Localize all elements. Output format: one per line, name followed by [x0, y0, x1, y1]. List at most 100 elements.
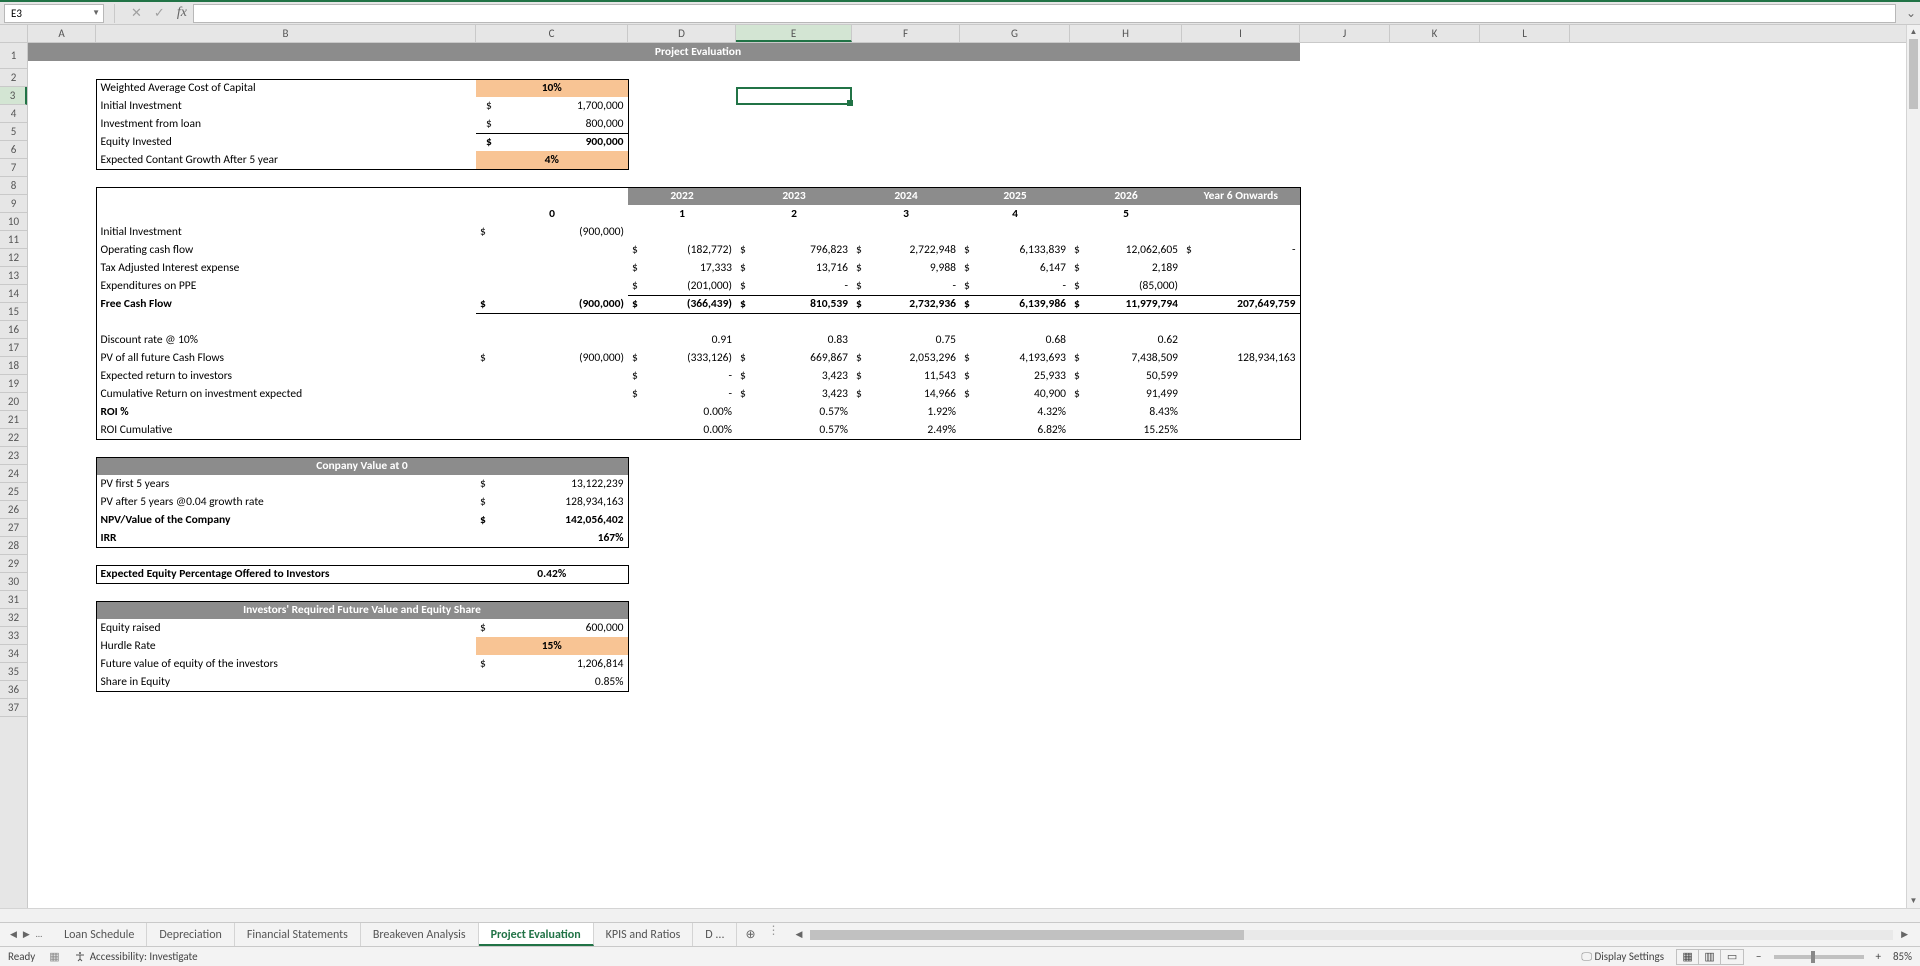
row-header-7[interactable]: 7	[0, 159, 27, 177]
row-header-21[interactable]: 21	[0, 411, 27, 429]
scroll-thumb[interactable]	[1909, 39, 1918, 109]
zoom-out-button[interactable]: −	[1756, 950, 1761, 963]
row-header-37[interactable]: 37	[0, 699, 27, 717]
col-header-B[interactable]: B	[96, 25, 476, 42]
col-header-K[interactable]: K	[1390, 25, 1480, 42]
row-header-16[interactable]: 16	[0, 321, 27, 339]
row-headers[interactable]: 1234567891011121314151617181920212223242…	[0, 43, 28, 908]
hscroll-track[interactable]	[810, 930, 1893, 940]
row-header-35[interactable]: 35	[0, 663, 27, 681]
horizontal-scrollbar[interactable]: ◀ ▶	[784, 923, 1920, 946]
cancel-icon[interactable]: ✕	[125, 6, 148, 21]
row-header-8[interactable]: 8	[0, 177, 27, 195]
col-header-I[interactable]: I	[1182, 25, 1300, 42]
row-header-10[interactable]: 10	[0, 213, 27, 231]
tab-nav[interactable]: ◀ ▶ …	[0, 923, 52, 946]
row-header-4[interactable]: 4	[0, 105, 27, 123]
tab-next-icon[interactable]: ▶	[23, 929, 30, 940]
sheet-tab[interactable]: KPIS and Ratios	[594, 923, 694, 946]
row-header-36[interactable]: 36	[0, 681, 27, 699]
zoom-in-button[interactable]: +	[1876, 950, 1881, 963]
row-header-12[interactable]: 12	[0, 249, 27, 267]
col-header-L[interactable]: L	[1480, 25, 1570, 42]
sheet-tab[interactable]: Financial Statements	[235, 923, 361, 946]
investors-hdr: Investors' Required Future Value and Equ…	[96, 601, 628, 619]
column-headers[interactable]: A B C D E F G H I J K L	[28, 25, 1906, 43]
row-header-24[interactable]: 24	[0, 465, 27, 483]
row-header-14[interactable]: 14	[0, 285, 27, 303]
row-header-18[interactable]: 18	[0, 357, 27, 375]
scroll-down-icon[interactable]: ▼	[1910, 894, 1918, 908]
col-header-D[interactable]: D	[628, 25, 736, 42]
row-header-3[interactable]: 3	[0, 87, 27, 105]
scroll-track[interactable]	[1907, 39, 1920, 894]
scroll-up-icon[interactable]: ▲	[1910, 25, 1918, 39]
row-header-6[interactable]: 6	[0, 141, 27, 159]
expand-formula-bar-icon[interactable]: ⌄	[1902, 6, 1920, 21]
select-all-corner[interactable]	[0, 25, 28, 43]
row-header-29[interactable]: 29	[0, 555, 27, 573]
col-header-G[interactable]: G	[960, 25, 1070, 42]
row-header-1[interactable]: 1	[0, 43, 27, 69]
row-header-26[interactable]: 26	[0, 501, 27, 519]
value-growth[interactable]: 4%	[476, 151, 628, 169]
row-header-15[interactable]: 15	[0, 303, 27, 321]
grid-canvas[interactable]: Project Evaluation Weighted Average Cost…	[28, 43, 1906, 908]
sheet-tab[interactable]: Project Evaluation	[479, 923, 594, 946]
name-box[interactable]: E3 ▼	[4, 4, 104, 23]
hscroll-right-icon[interactable]: ▶	[1897, 929, 1912, 940]
row-header-2[interactable]: 2	[0, 69, 27, 87]
value-wacc[interactable]: 10%	[476, 79, 628, 97]
row-header-23[interactable]: 23	[0, 447, 27, 465]
row-header-13[interactable]: 13	[0, 267, 27, 285]
sheet-tab[interactable]: D ...	[693, 923, 737, 946]
zoom-slider[interactable]	[1774, 955, 1864, 959]
accept-icon[interactable]: ✓	[148, 6, 171, 21]
display-settings-button[interactable]: 🖵 Display Settings	[1581, 950, 1664, 964]
row-header-27[interactable]: 27	[0, 519, 27, 537]
row-header-34[interactable]: 34	[0, 645, 27, 663]
col-header-H[interactable]: H	[1070, 25, 1182, 42]
sheet-tab[interactable]: Breakeven Analysis	[361, 923, 479, 946]
row-header-22[interactable]: 22	[0, 429, 27, 447]
fx-icon[interactable]: fx	[171, 5, 193, 21]
col-header-C[interactable]: C	[476, 25, 628, 42]
stats-icon[interactable]: ▦	[49, 950, 59, 963]
row-header-25[interactable]: 25	[0, 483, 27, 501]
page-title: Project Evaluation	[96, 43, 1300, 61]
row-header-9[interactable]: 9	[0, 195, 27, 213]
accessibility-status[interactable]: Accessibility: Investigate	[74, 950, 198, 963]
formula-input[interactable]	[193, 4, 1896, 23]
row-header-28[interactable]: 28	[0, 537, 27, 555]
view-buttons[interactable]: ▦ ▥ ▭	[1676, 949, 1744, 965]
row-header-11[interactable]: 11	[0, 231, 27, 249]
tab-more-icon[interactable]: …	[36, 929, 42, 940]
page-break-view-icon[interactable]: ▭	[1721, 950, 1743, 964]
row-header-31[interactable]: 31	[0, 591, 27, 609]
normal-view-icon[interactable]: ▦	[1677, 950, 1699, 964]
sheet-tab[interactable]: Depreciation	[147, 923, 234, 946]
zoom-level[interactable]: 85%	[1893, 950, 1912, 963]
row-header-30[interactable]: 30	[0, 573, 27, 591]
row-header-20[interactable]: 20	[0, 393, 27, 411]
tab-prev-icon[interactable]: ◀	[10, 929, 17, 940]
row-header-5[interactable]: 5	[0, 123, 27, 141]
divider	[114, 4, 115, 23]
col-header-F[interactable]: F	[852, 25, 960, 42]
row-header-33[interactable]: 33	[0, 627, 27, 645]
col-header-A[interactable]: A	[28, 25, 96, 42]
col-header-E[interactable]: E	[736, 25, 852, 42]
worksheet-area: A B C D E F G H I J K L 1234567891011121…	[0, 25, 1920, 922]
row-header-19[interactable]: 19	[0, 375, 27, 393]
row-header-17[interactable]: 17	[0, 339, 27, 357]
hscroll-left-icon[interactable]: ◀	[792, 929, 807, 940]
col-header-J[interactable]: J	[1300, 25, 1390, 42]
page-layout-view-icon[interactable]: ▥	[1699, 950, 1721, 964]
vertical-scrollbar[interactable]: ▲ ▼	[1906, 25, 1920, 908]
add-sheet-icon[interactable]: ⊕	[737, 923, 763, 946]
hscroll-thumb[interactable]	[810, 930, 1243, 940]
row-header-32[interactable]: 32	[0, 609, 27, 627]
chevron-down-icon[interactable]: ▼	[92, 8, 100, 18]
year-2024: 2024	[852, 187, 960, 205]
sheet-tab[interactable]: Loan Schedule	[52, 923, 147, 946]
